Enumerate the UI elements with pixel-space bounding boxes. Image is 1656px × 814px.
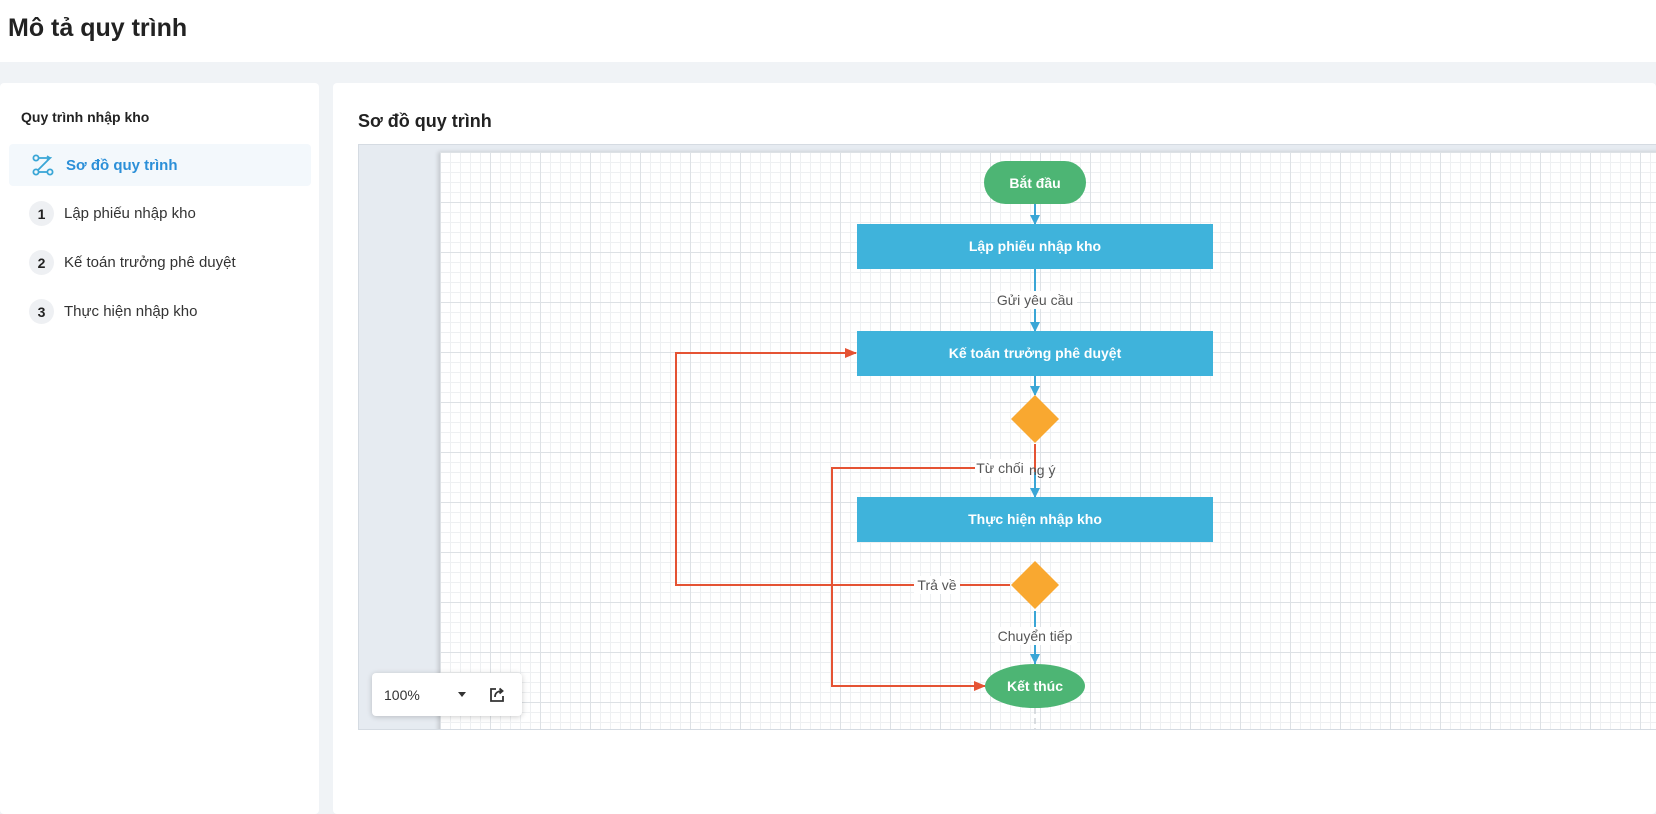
sidebar-step-3[interactable]: 3 Thực hiện nhập kho — [29, 299, 197, 324]
main-content: Sơ đồ quy trình Bắt đầu Lập phiếu nhập k… — [333, 83, 1656, 814]
step-label: Thực hiện nhập kho — [64, 303, 198, 320]
step-label: Kế toán trưởng phê duyệt — [64, 254, 236, 271]
sidebar-item-label: Sơ đồ quy trình — [66, 156, 178, 174]
node-task1-label: Lập phiếu nhập kho — [969, 238, 1101, 254]
sidebar-step-2[interactable]: 2 Kế toán trưởng phê duyệt — [29, 250, 236, 275]
edge-label-forward: Chuyển tiếp — [998, 628, 1073, 644]
edge-label-return: Trả về — [917, 577, 956, 593]
zoom-dropdown-icon[interactable] — [458, 692, 466, 697]
zoom-level: 100% — [384, 686, 420, 703]
edge-label-send: Gửi yêu cầu — [997, 292, 1073, 308]
sidebar-heading: Quy trình nhập kho — [21, 109, 150, 125]
diagram-section-title: Sơ đồ quy trình — [358, 111, 492, 131]
node-decision-2[interactable] — [1011, 561, 1059, 609]
diagram-canvas[interactable]: Bắt đầu Lập phiếu nhập kho Kế toán trưởn… — [358, 144, 1656, 730]
node-decision-1[interactable] — [1011, 395, 1059, 443]
edge-label-reject: Từ chối — [976, 460, 1024, 476]
sidebar-step-1[interactable]: 1 Lập phiếu nhập kho — [29, 201, 196, 226]
step-label: Lập phiếu nhập kho — [64, 205, 196, 222]
sidebar: Quy trình nhập kho Sơ đồ quy trình 1 Lập… — [0, 83, 319, 814]
zoom-control: 100% — [372, 673, 522, 716]
page-title: Mô tả quy trình — [8, 14, 188, 42]
node-start-label: Bắt đầu — [1009, 174, 1060, 191]
step-number: 3 — [29, 299, 54, 324]
export-icon[interactable] — [488, 686, 506, 704]
sidebar-item-diagram[interactable]: Sơ đồ quy trình — [9, 144, 311, 186]
node-end-label: Kết thúc — [1007, 678, 1063, 694]
process-diagram: Bắt đầu Lập phiếu nhập kho Kế toán trưởn… — [675, 161, 1213, 729]
node-task3-label: Thực hiện nhập kho — [968, 511, 1102, 527]
flow-route-icon — [32, 154, 54, 176]
diagram-paper: Bắt đầu Lập phiếu nhập kho Kế toán trưởn… — [440, 152, 1656, 729]
edge-label-agree: ng ý — [1029, 462, 1055, 478]
node-task2-label: Kế toán trưởng phê duyệt — [949, 345, 1122, 361]
step-number: 1 — [29, 201, 54, 226]
step-number: 2 — [29, 250, 54, 275]
top-bar: Mô tả quy trình — [0, 0, 1656, 62]
